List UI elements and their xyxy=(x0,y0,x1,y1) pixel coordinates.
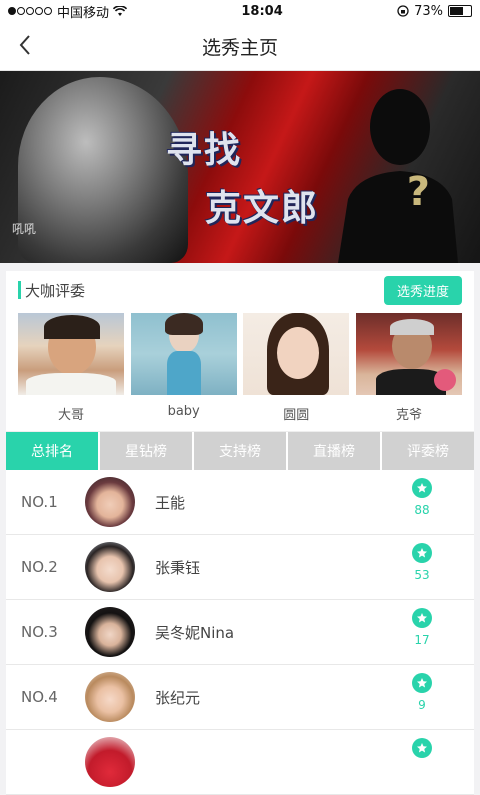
rank-label: NO.2 xyxy=(21,558,58,576)
judge-card[interactable]: 克爷 xyxy=(355,313,462,431)
status-bar: 中国移动 18:04 73% xyxy=(0,0,480,22)
vote-count: 53 xyxy=(414,568,430,582)
tab-judges[interactable]: 评委榜 xyxy=(380,432,474,470)
judge-name: 克爷 xyxy=(395,408,422,423)
vote-count: 9 xyxy=(418,698,426,712)
mystery-silhouette xyxy=(338,89,458,263)
ranking-row[interactable]: NO.4 张纪元 9 xyxy=(6,665,474,730)
avatar xyxy=(85,542,135,592)
promo-banner[interactable]: 寻找 克文郎 ? 吼吼 xyxy=(0,71,480,263)
judge-name: 大哥 xyxy=(57,408,84,423)
ranking-row[interactable]: NO.2 张秉钰 53 xyxy=(6,535,474,600)
avatar xyxy=(85,607,135,657)
wifi-icon xyxy=(113,5,128,16)
orientation-lock-icon xyxy=(397,5,409,17)
banner-headline-2: 克文郎 xyxy=(205,188,320,229)
tab-live[interactable]: 直播榜 xyxy=(286,432,380,470)
judge-card[interactable]: 大哥 xyxy=(18,313,124,431)
banner-headline-1: 寻找 xyxy=(166,130,243,171)
star-icon xyxy=(412,543,432,563)
page-title: 选秀主页 xyxy=(201,36,278,59)
judge-card[interactable]: baby xyxy=(130,313,237,431)
carrier-label: 中国移动 xyxy=(57,5,110,21)
rank-label: NO.3 xyxy=(21,623,58,641)
ranking-tabs: 总排名 星钻榜 支持榜 直播榜 评委榜 xyxy=(6,431,474,470)
judge-name: 圆圆 xyxy=(283,408,310,423)
chevron-left-icon xyxy=(19,35,30,55)
star-icon xyxy=(412,673,432,693)
question-mark-icon: ? xyxy=(406,169,430,215)
ranking-row[interactable] xyxy=(6,730,474,795)
judges-title-wrap: 大咖评委 xyxy=(18,280,85,301)
back-button[interactable] xyxy=(12,32,38,58)
judges-panel: 大咖评委 选秀进度 大哥 baby 圆圆 克爷 总排名 星钻榜 支持榜 直播榜 … xyxy=(6,271,474,470)
section-accent-bar xyxy=(18,281,21,299)
ranking-list: NO.1 王能 88 NO.2 张秉钰 53 NO.3 吴冬妮Nina 17 N… xyxy=(6,470,474,795)
vote-button[interactable]: 88 xyxy=(410,478,434,517)
selection-progress-button[interactable]: 选秀进度 xyxy=(383,275,462,305)
judges-header: 大咖评委 选秀进度 xyxy=(6,271,474,309)
star-icon xyxy=(412,478,432,498)
judge-photo xyxy=(355,313,462,395)
judge-photo xyxy=(243,313,350,395)
star-icon xyxy=(412,738,432,758)
vote-button[interactable]: 9 xyxy=(410,673,434,712)
avatar xyxy=(85,737,135,787)
battery-icon xyxy=(448,5,472,17)
vote-count: 17 xyxy=(414,633,430,647)
avatar xyxy=(85,672,135,722)
judge-photo xyxy=(130,313,237,395)
tab-overall[interactable]: 总排名 xyxy=(6,432,98,470)
vote-count: 88 xyxy=(414,503,430,517)
vote-button[interactable]: 53 xyxy=(410,543,434,582)
star-icon xyxy=(412,608,432,628)
banner-portrait xyxy=(18,77,188,263)
navigation-bar: 选秀主页 xyxy=(0,22,480,71)
signal-icon xyxy=(8,4,53,19)
rank-label: NO.1 xyxy=(21,493,58,511)
tab-support[interactable]: 支持榜 xyxy=(192,432,286,470)
judge-photo xyxy=(18,313,124,395)
ranking-row[interactable]: NO.3 吴冬妮Nina 17 xyxy=(6,600,474,665)
judge-card[interactable]: 圆圆 xyxy=(243,313,350,431)
vote-button[interactable] xyxy=(410,738,434,763)
judges-list: 大哥 baby 圆圆 克爷 xyxy=(6,309,474,431)
vote-button[interactable]: 17 xyxy=(410,608,434,647)
tab-star-diamond[interactable]: 星钻榜 xyxy=(98,432,192,470)
rank-label: NO.4 xyxy=(21,688,58,706)
judge-name: baby xyxy=(167,404,200,419)
banner-watermark: 吼吼 xyxy=(12,222,37,236)
avatar xyxy=(85,477,135,527)
battery-percent: 73% xyxy=(414,3,443,19)
clock: 18:04 xyxy=(241,3,283,19)
ranking-row[interactable]: NO.1 王能 88 xyxy=(6,470,474,535)
judges-title: 大咖评委 xyxy=(25,281,86,300)
